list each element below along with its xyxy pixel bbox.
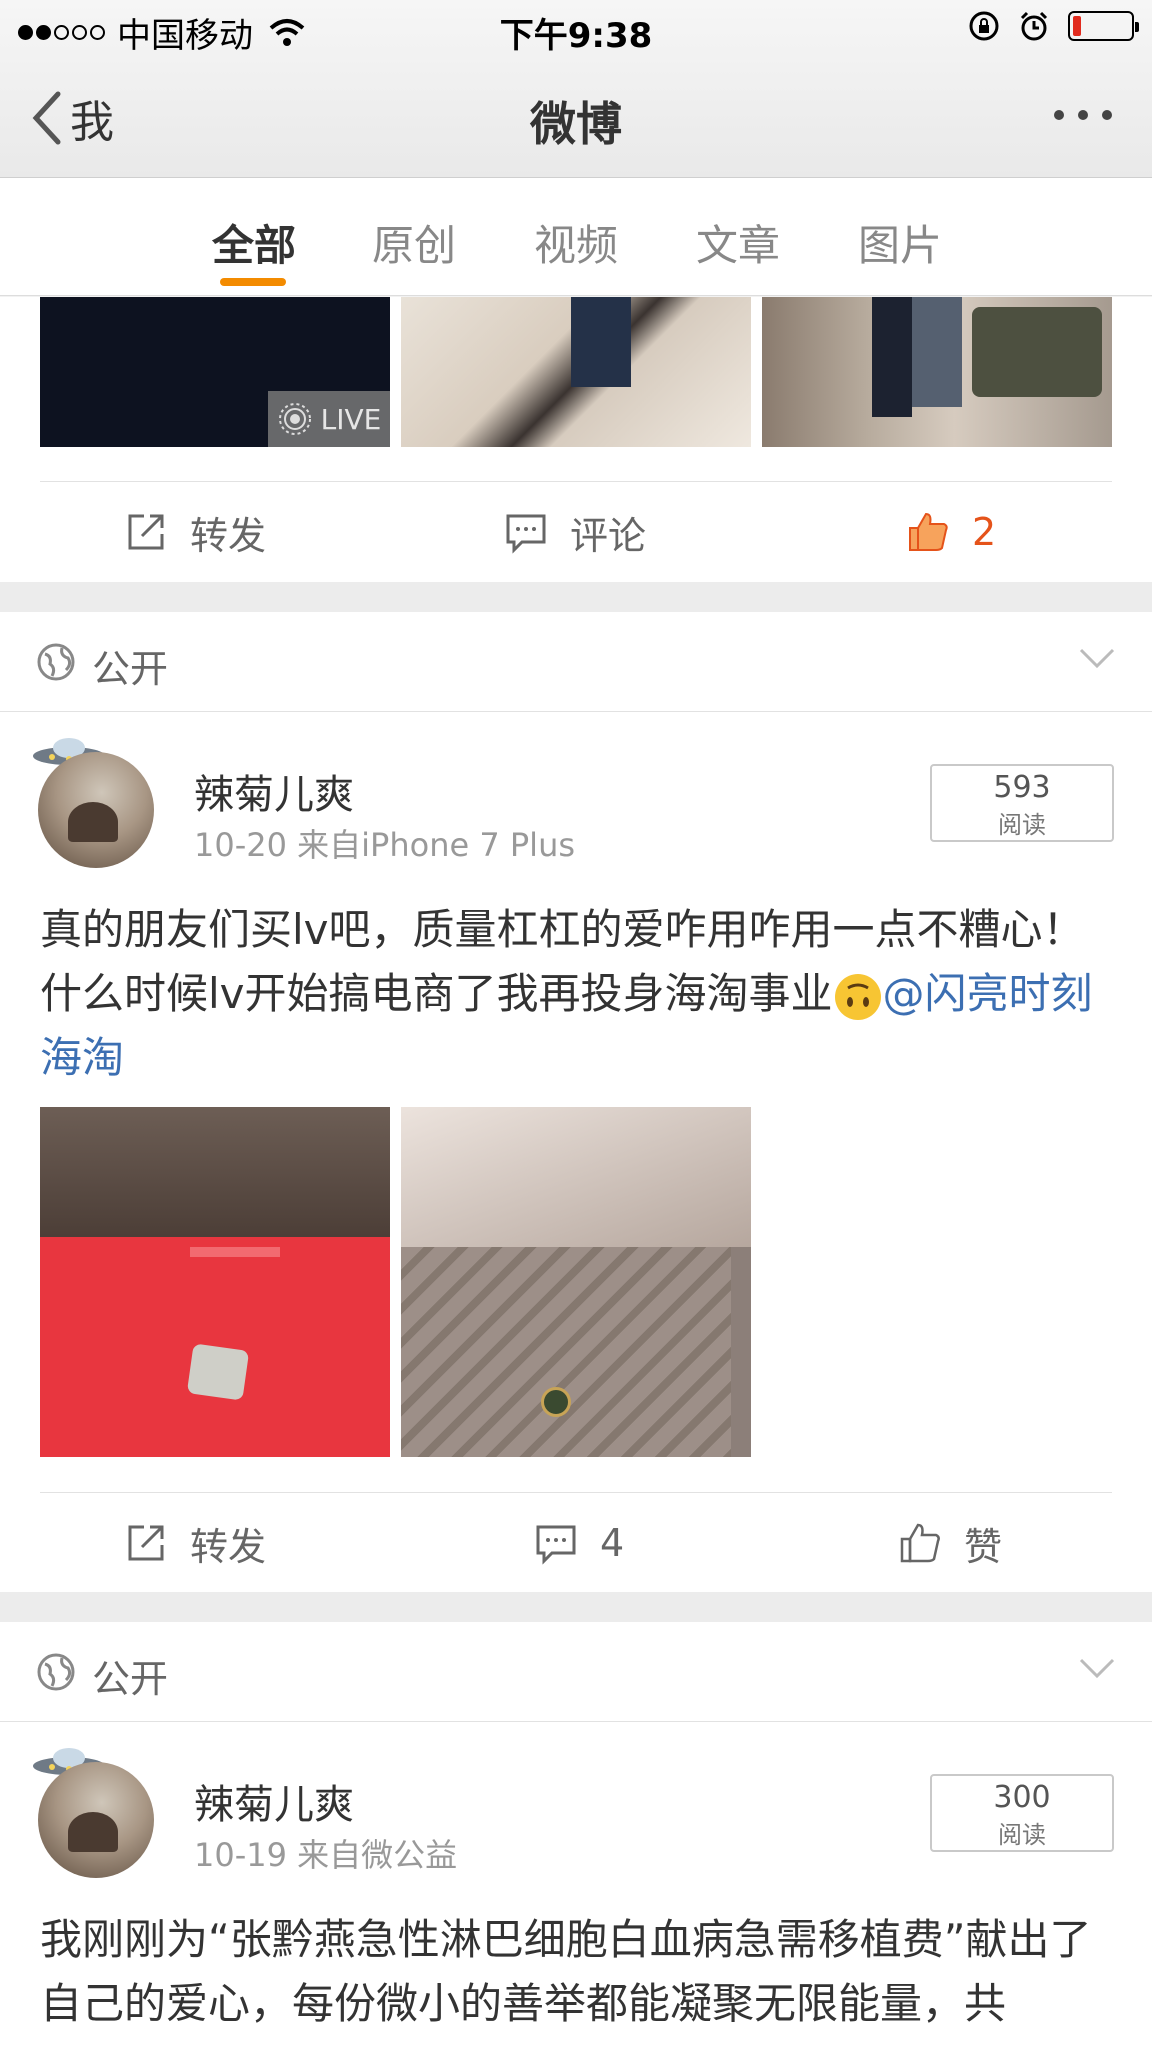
rotation-lock-icon (969, 11, 999, 41)
read-count: 300 (993, 1780, 1051, 1815)
visibility-label: 公开 (92, 647, 169, 691)
chevron-down-icon[interactable] (1078, 1656, 1116, 1680)
post-image[interactable] (401, 1107, 751, 1457)
repost-button[interactable]: 转发 (124, 482, 266, 582)
repost-label: 转发 (190, 513, 267, 558)
live-photo-badge: LIVE (268, 391, 390, 447)
visibility-bar[interactable]: 公开 (0, 1622, 1152, 1722)
visibility-bar[interactable]: 公开 (0, 612, 1152, 712)
like-button[interactable]: 2 (906, 482, 996, 582)
post-text: 真的朋友们买lv吧，质量杠杠的爱咋用咋用一点不糟心！什么时候lv开始搞电商了我再… (40, 898, 1120, 1090)
post-image[interactable] (762, 297, 1112, 447)
read-count-label: 阅读 (998, 811, 1046, 839)
navigation-bar: 我 微博 (0, 58, 1152, 178)
live-label: LIVE (320, 402, 382, 436)
post-text: 我刚刚为“张黔燕急性淋巴细胞白血病急需移植费”献出了自己的爱心，每份微小的善举都… (40, 1915, 1092, 2028)
read-count: 593 (993, 770, 1051, 805)
alarm-icon (1020, 11, 1048, 41)
read-count-badge: 300 阅读 (930, 1774, 1114, 1852)
battery-icon (1068, 11, 1139, 41)
top-bar: 中国移动 下午9:38 我 微博 (0, 0, 1152, 178)
post-actions: 转发 评论 2 (40, 481, 1112, 581)
tab-photo[interactable]: 图片 (858, 212, 942, 273)
post-meta: 10-19 来自微公益 (194, 1836, 458, 1874)
like-button[interactable]: 赞 (898, 1493, 1002, 1593)
dot-icon (1054, 110, 1064, 120)
post-card: 辣菊儿爽 10-19 来自微公益 300 阅读 我刚刚为“张黔燕急性淋巴细胞白血… (0, 1722, 1152, 2048)
post-image[interactable] (401, 297, 751, 447)
upside-down-face-icon (834, 973, 881, 1020)
filter-tabs: 全部 原创 视频 文章 图片 (0, 178, 1152, 296)
comment-button[interactable]: 4 (534, 1493, 624, 1593)
comment-button[interactable]: 评论 (504, 482, 646, 582)
avatar[interactable] (38, 1762, 154, 1878)
read-count-badge: 593 阅读 (930, 764, 1114, 842)
card-separator (0, 582, 1152, 612)
share-icon (128, 1525, 164, 1561)
more-options-button[interactable] (1054, 110, 1112, 120)
post-card: LIVE 转发 评论 2 (0, 297, 1152, 582)
repost-button[interactable]: 转发 (124, 1493, 266, 1593)
like-count: 2 (972, 510, 997, 554)
share-icon (128, 514, 164, 550)
dot-icon (1078, 110, 1088, 120)
thumbs-up-icon (909, 512, 948, 551)
dot-icon (1102, 110, 1112, 120)
post-image[interactable]: LIVE (40, 297, 390, 447)
status-bar: 中国移动 下午9:38 (0, 0, 1152, 58)
read-count-label: 阅读 (998, 1821, 1046, 1849)
comment-icon (536, 1525, 576, 1565)
chevron-down-icon[interactable] (1078, 646, 1116, 670)
live-photo-icon (278, 403, 311, 435)
comment-icon (506, 514, 546, 554)
tab-video[interactable]: 视频 (534, 212, 618, 273)
post-meta: 10-20 来自iPhone 7 Plus (194, 826, 576, 864)
active-tab-indicator (220, 278, 286, 286)
comment-count: 4 (600, 1521, 625, 1565)
card-separator (0, 1592, 1152, 1622)
page-title: 微博 (530, 97, 622, 151)
post-actions: 转发 4 赞 (40, 1492, 1112, 1592)
visibility-label: 公开 (92, 1657, 169, 1701)
username[interactable]: 辣菊儿爽 (194, 762, 354, 820)
tab-original[interactable]: 原创 (372, 212, 456, 273)
like-label: 赞 (964, 1524, 1003, 1569)
post-image[interactable] (40, 1107, 390, 1457)
tab-all[interactable]: 全部 (212, 212, 296, 273)
post-card: 辣菊儿爽 10-20 来自iPhone 7 Plus 593 阅读 真的朋友们买… (0, 712, 1152, 1592)
tab-article[interactable]: 文章 (696, 212, 780, 273)
thumbs-up-icon (900, 1523, 940, 1563)
globe-icon (37, 1653, 75, 1691)
repost-label: 转发 (190, 1524, 267, 1569)
globe-icon (37, 643, 75, 681)
username[interactable]: 辣菊儿爽 (194, 1772, 354, 1830)
comment-label: 评论 (570, 513, 647, 558)
avatar[interactable] (38, 752, 154, 868)
